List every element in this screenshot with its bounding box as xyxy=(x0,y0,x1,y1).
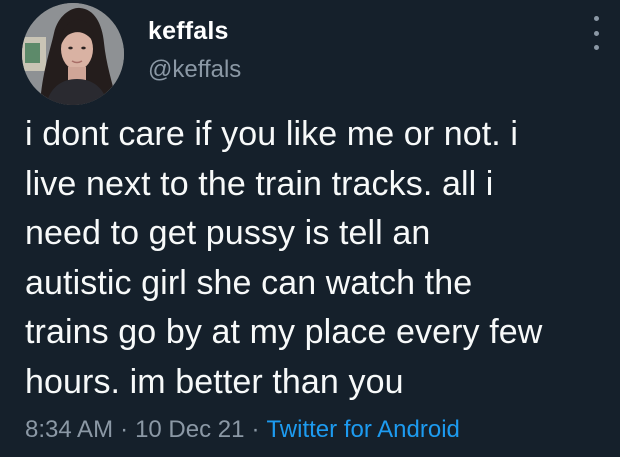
more-vertical-icon[interactable] xyxy=(586,16,606,50)
tweet-text-line: hours. im better than you xyxy=(25,362,404,401)
tweet-source-link[interactable]: Twitter for Android xyxy=(266,416,459,443)
meta-separator: · xyxy=(251,416,260,443)
tweet-text-line: need to get pussy is tell an xyxy=(25,214,431,252)
menu-dot xyxy=(593,45,599,50)
profile-avatar[interactable] xyxy=(22,3,124,105)
author-handle[interactable]: @keffals xyxy=(148,55,241,85)
menu-dot xyxy=(593,16,599,21)
avatar-photo xyxy=(22,3,124,105)
tweet-text-line: autistic girl she can watch the xyxy=(25,263,473,302)
tweet-meta: 8:34 AM · 10 Dec 21 · Twitter for Android xyxy=(25,414,460,446)
meta-separator: · xyxy=(120,416,129,443)
author-display-name[interactable]: keffals xyxy=(148,16,229,46)
tweet-card: keffals @keffals i dont care if you like… xyxy=(0,0,620,457)
tweet-text-line: i dont care if you like me or not. i xyxy=(25,115,519,153)
tweet-text-line: trains go by at my place every few xyxy=(25,313,543,351)
menu-dot xyxy=(593,30,599,36)
tweet-text-line: live next to the train tracks. all i xyxy=(25,164,494,203)
tweet-time[interactable]: 8:34 AM xyxy=(25,416,113,443)
tweet-text: i dont care if you like me or not. i liv… xyxy=(25,110,615,407)
tweet-date[interactable]: 10 Dec 21 xyxy=(135,416,244,443)
